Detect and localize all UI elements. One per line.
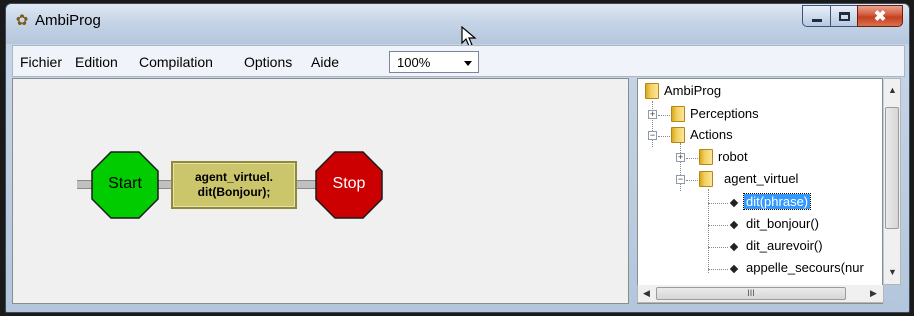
scroll-left-icon[interactable]: ◀ (643, 288, 650, 299)
collapse-minus-icon[interactable]: − (648, 131, 657, 140)
folder-icon (699, 171, 713, 187)
start-label: Start (108, 175, 142, 192)
scroll-grip-icon: III (747, 288, 755, 298)
tree-guide (652, 101, 653, 147)
menu-bar: Fichier Edition Compilation Options Aide… (12, 45, 905, 77)
zoom-value: 100% (397, 55, 431, 70)
menu-fichier[interactable]: Fichier (20, 54, 62, 70)
collapse-minus-icon[interactable]: − (676, 175, 685, 184)
library-tree[interactable]: AmbiProg + Perceptions − Actions + robot… (637, 78, 883, 304)
method-bullet-icon (729, 220, 739, 230)
program-canvas[interactable]: Start agent_virtuel. dit(Bonjour); Stop (12, 78, 629, 304)
tree-horizontal-scrollbar[interactable]: ◀ III ▶ (637, 285, 884, 303)
tree-guide (658, 136, 672, 137)
tree-node-robot[interactable]: robot (718, 147, 748, 167)
close-button[interactable]: ✖ (857, 5, 903, 27)
tree-node-agent-virtuel[interactable]: agent_virtuel (724, 169, 798, 189)
folder-icon (671, 127, 685, 143)
tree-guide (658, 115, 672, 116)
method-bullet-icon (729, 198, 739, 208)
menu-edition[interactable]: Edition (75, 54, 118, 70)
tree-guide (708, 225, 728, 226)
scroll-up-icon[interactable]: ▲ (888, 85, 897, 95)
maximize-icon (838, 11, 850, 21)
folder-icon (699, 149, 713, 165)
tree-node-method[interactable]: dit_bonjour() (746, 214, 819, 234)
tree-node-method[interactable]: dit(phrase) (742, 192, 812, 212)
zoom-select[interactable]: 100% (389, 51, 479, 73)
action-line-2: dit(Bonjour); (197, 185, 271, 199)
expand-plus-icon[interactable]: + (676, 153, 685, 162)
vertical-scroll-thumb[interactable] (885, 107, 899, 229)
close-icon: ✖ (873, 8, 887, 25)
folder-icon (645, 83, 659, 99)
minimize-button[interactable] (802, 5, 830, 27)
method-label-selected: dit(phrase) (742, 193, 812, 210)
menu-options[interactable]: Options (244, 54, 292, 70)
scroll-right-icon[interactable]: ▶ (870, 288, 877, 299)
tree-node-actions[interactable]: Actions (690, 125, 733, 145)
scroll-down-icon[interactable]: ▼ (888, 267, 897, 277)
minimize-icon (811, 18, 822, 22)
horizontal-scroll-thumb[interactable]: III (656, 287, 846, 300)
action-line-1: agent_virtuel. (194, 170, 274, 184)
expand-plus-icon[interactable]: + (648, 110, 657, 119)
tree-guide (708, 247, 728, 248)
chevron-down-icon (464, 61, 472, 66)
tree-guide (686, 180, 700, 181)
tree-guide (708, 189, 709, 273)
title-bar[interactable]: ✿ AmbiProg ✖ (6, 4, 909, 47)
method-bullet-icon (729, 264, 739, 274)
tree-node-ambiprog[interactable]: AmbiProg (664, 81, 721, 101)
tree-guide (686, 158, 700, 159)
ambiprog-logo-icon: ✿ (15, 12, 29, 29)
tree-guide (708, 203, 728, 204)
tree-guide (708, 269, 728, 270)
menu-aide[interactable]: Aide (311, 54, 339, 70)
menu-compilation[interactable]: Compilation (139, 54, 213, 70)
action-block[interactable]: agent_virtuel. dit(Bonjour); (171, 161, 297, 209)
folder-icon (671, 106, 685, 122)
maximize-button[interactable] (830, 5, 857, 27)
method-bullet-icon (729, 242, 739, 252)
tree-node-method[interactable]: dit_aurevoir() (746, 236, 823, 256)
window-controls: ✖ (802, 5, 903, 27)
tree-vertical-scrollbar[interactable]: ▲ ▼ (884, 78, 901, 285)
tree-node-method[interactable]: appelle_secours(nur (746, 258, 864, 278)
tree-node-perceptions[interactable]: Perceptions (690, 104, 759, 124)
stop-label: Stop (332, 175, 366, 192)
window-title: AmbiProg (35, 12, 101, 29)
